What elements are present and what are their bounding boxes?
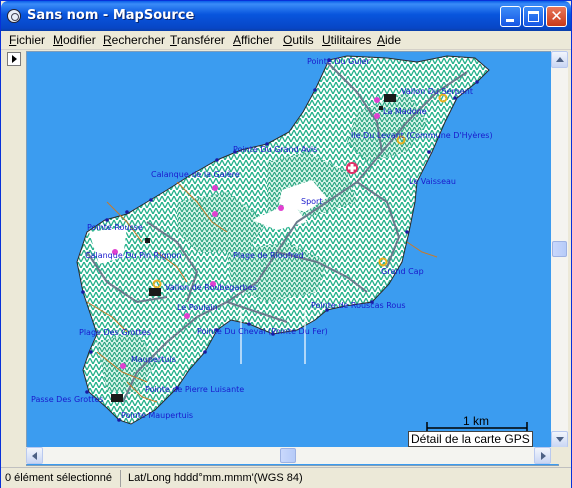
label-calanque-de-la-galere: Calanque de la Galère bbox=[151, 169, 240, 179]
scroll-down-button[interactable] bbox=[551, 431, 568, 448]
menu-transferer[interactable]: Transférer bbox=[170, 33, 225, 47]
label-pointe-de-pierre-luisante: Pointe de Pierre Luisante bbox=[145, 385, 244, 394]
label-pointe-rousse: Pointe Rousse bbox=[87, 223, 143, 232]
minimize-icon bbox=[506, 19, 514, 22]
label-vallon-de-roubegarbes: Vallon de Roubegarbes bbox=[165, 283, 257, 292]
label-le-vaisseau: Le Vaisseau bbox=[409, 177, 456, 186]
label-pointe-du-guier: Pointe Du Guier bbox=[307, 57, 371, 66]
label-maupertuis: Maupertuis bbox=[131, 355, 176, 364]
scroll-right-button[interactable] bbox=[534, 447, 551, 464]
close-button[interactable]: ✕ bbox=[546, 6, 567, 27]
map-client-area: Pointe Du Guier Vallon Du Serpent La Mad… bbox=[5, 51, 569, 467]
label-pointe-du-grand-avis: Pointe Du Grand Avis bbox=[233, 145, 317, 154]
label-plage-de-rioufred: Plage de Rioufred bbox=[233, 251, 304, 260]
menu-rechercher[interactable]: Rechercher bbox=[103, 33, 165, 47]
label-vallon-du-serpent: Vallon Du Serpent bbox=[401, 87, 473, 96]
vertical-scroll-thumb[interactable] bbox=[552, 241, 567, 257]
label-plage-des-grottes: Plage Des Grottes bbox=[79, 328, 151, 337]
menu-aide[interactable]: Aide bbox=[377, 33, 401, 47]
label-calanque-du-pin-rignon: Calanque Du Pin Rignon bbox=[85, 251, 181, 260]
title-bar[interactable]: Sans nom - MapSource ✕ bbox=[1, 1, 571, 31]
menu-utilitaires[interactable]: Utilitaires bbox=[322, 33, 371, 47]
menu-afficher[interactable]: Afficher bbox=[233, 33, 273, 47]
mapsource-window: Sans nom - MapSource ✕ Fichier Modifier … bbox=[0, 0, 572, 488]
label-passe-des-grottes: Passe Des Grottes bbox=[31, 395, 104, 404]
maximize-icon bbox=[528, 11, 539, 22]
arrow-right-icon bbox=[541, 452, 546, 460]
label-pointe-du-cheval: Pointe Du Cheval (Pointe Du Fer) bbox=[197, 327, 328, 336]
menu-modifier[interactable]: Modifier bbox=[53, 33, 96, 47]
expand-panel-button[interactable] bbox=[7, 52, 21, 66]
horizontal-scrollbar[interactable] bbox=[26, 447, 551, 464]
scale-label: 1 km bbox=[463, 414, 490, 428]
gps-detail-label: Détail de la carte GPS bbox=[408, 431, 533, 447]
arrow-left-icon bbox=[32, 452, 37, 460]
minimize-button[interactable] bbox=[500, 6, 521, 27]
status-coord-format: Lat/Long hddd°mm.mmm'(WGS 84) bbox=[128, 472, 303, 484]
horizontal-scroll-thumb[interactable] bbox=[280, 448, 296, 463]
mapsource-app-icon[interactable] bbox=[7, 9, 21, 23]
map-canvas[interactable]: Pointe Du Guier Vallon Du Serpent La Mad… bbox=[27, 52, 559, 466]
label-la-madone: La Madone bbox=[383, 107, 427, 116]
label-pointe-maupertuis: Pointe Maupertuis bbox=[121, 411, 193, 420]
status-bar: 0 élément sélectionné Lat/Long hddd°mm.m… bbox=[1, 467, 571, 488]
status-selection: 0 élément sélectionné bbox=[5, 472, 113, 484]
label-ile-du-levant: Ile Du Levant (Commune D'Hyères) bbox=[351, 130, 493, 140]
vertical-scrollbar[interactable] bbox=[551, 51, 568, 448]
close-icon: ✕ bbox=[550, 7, 563, 25]
maximize-button[interactable] bbox=[523, 6, 544, 27]
scroll-corner bbox=[551, 447, 568, 464]
label-le-poulain: Le Poulain bbox=[177, 303, 218, 312]
map-view[interactable]: Pointe Du Guier Vallon Du Serpent La Mad… bbox=[26, 51, 559, 466]
window-title: Sans nom - MapSource bbox=[27, 8, 195, 23]
menu-bar: Fichier Modifier Rechercher Transférer A… bbox=[1, 31, 571, 50]
scroll-left-button[interactable] bbox=[26, 447, 43, 464]
menu-fichier[interactable]: Fichier bbox=[9, 33, 45, 47]
hospital-icon bbox=[346, 162, 358, 174]
status-divider bbox=[120, 470, 121, 487]
menu-outils[interactable]: Outils bbox=[283, 33, 314, 47]
arrow-up-icon bbox=[556, 57, 564, 62]
label-pointe-de-rouscas-rous: Pointe de Rouscas Rous bbox=[311, 301, 406, 310]
label-sport: Sport bbox=[301, 197, 322, 206]
scroll-up-button[interactable] bbox=[551, 51, 568, 68]
label-grand-cap: Grand Cap bbox=[381, 267, 424, 276]
arrow-down-icon bbox=[556, 437, 564, 442]
